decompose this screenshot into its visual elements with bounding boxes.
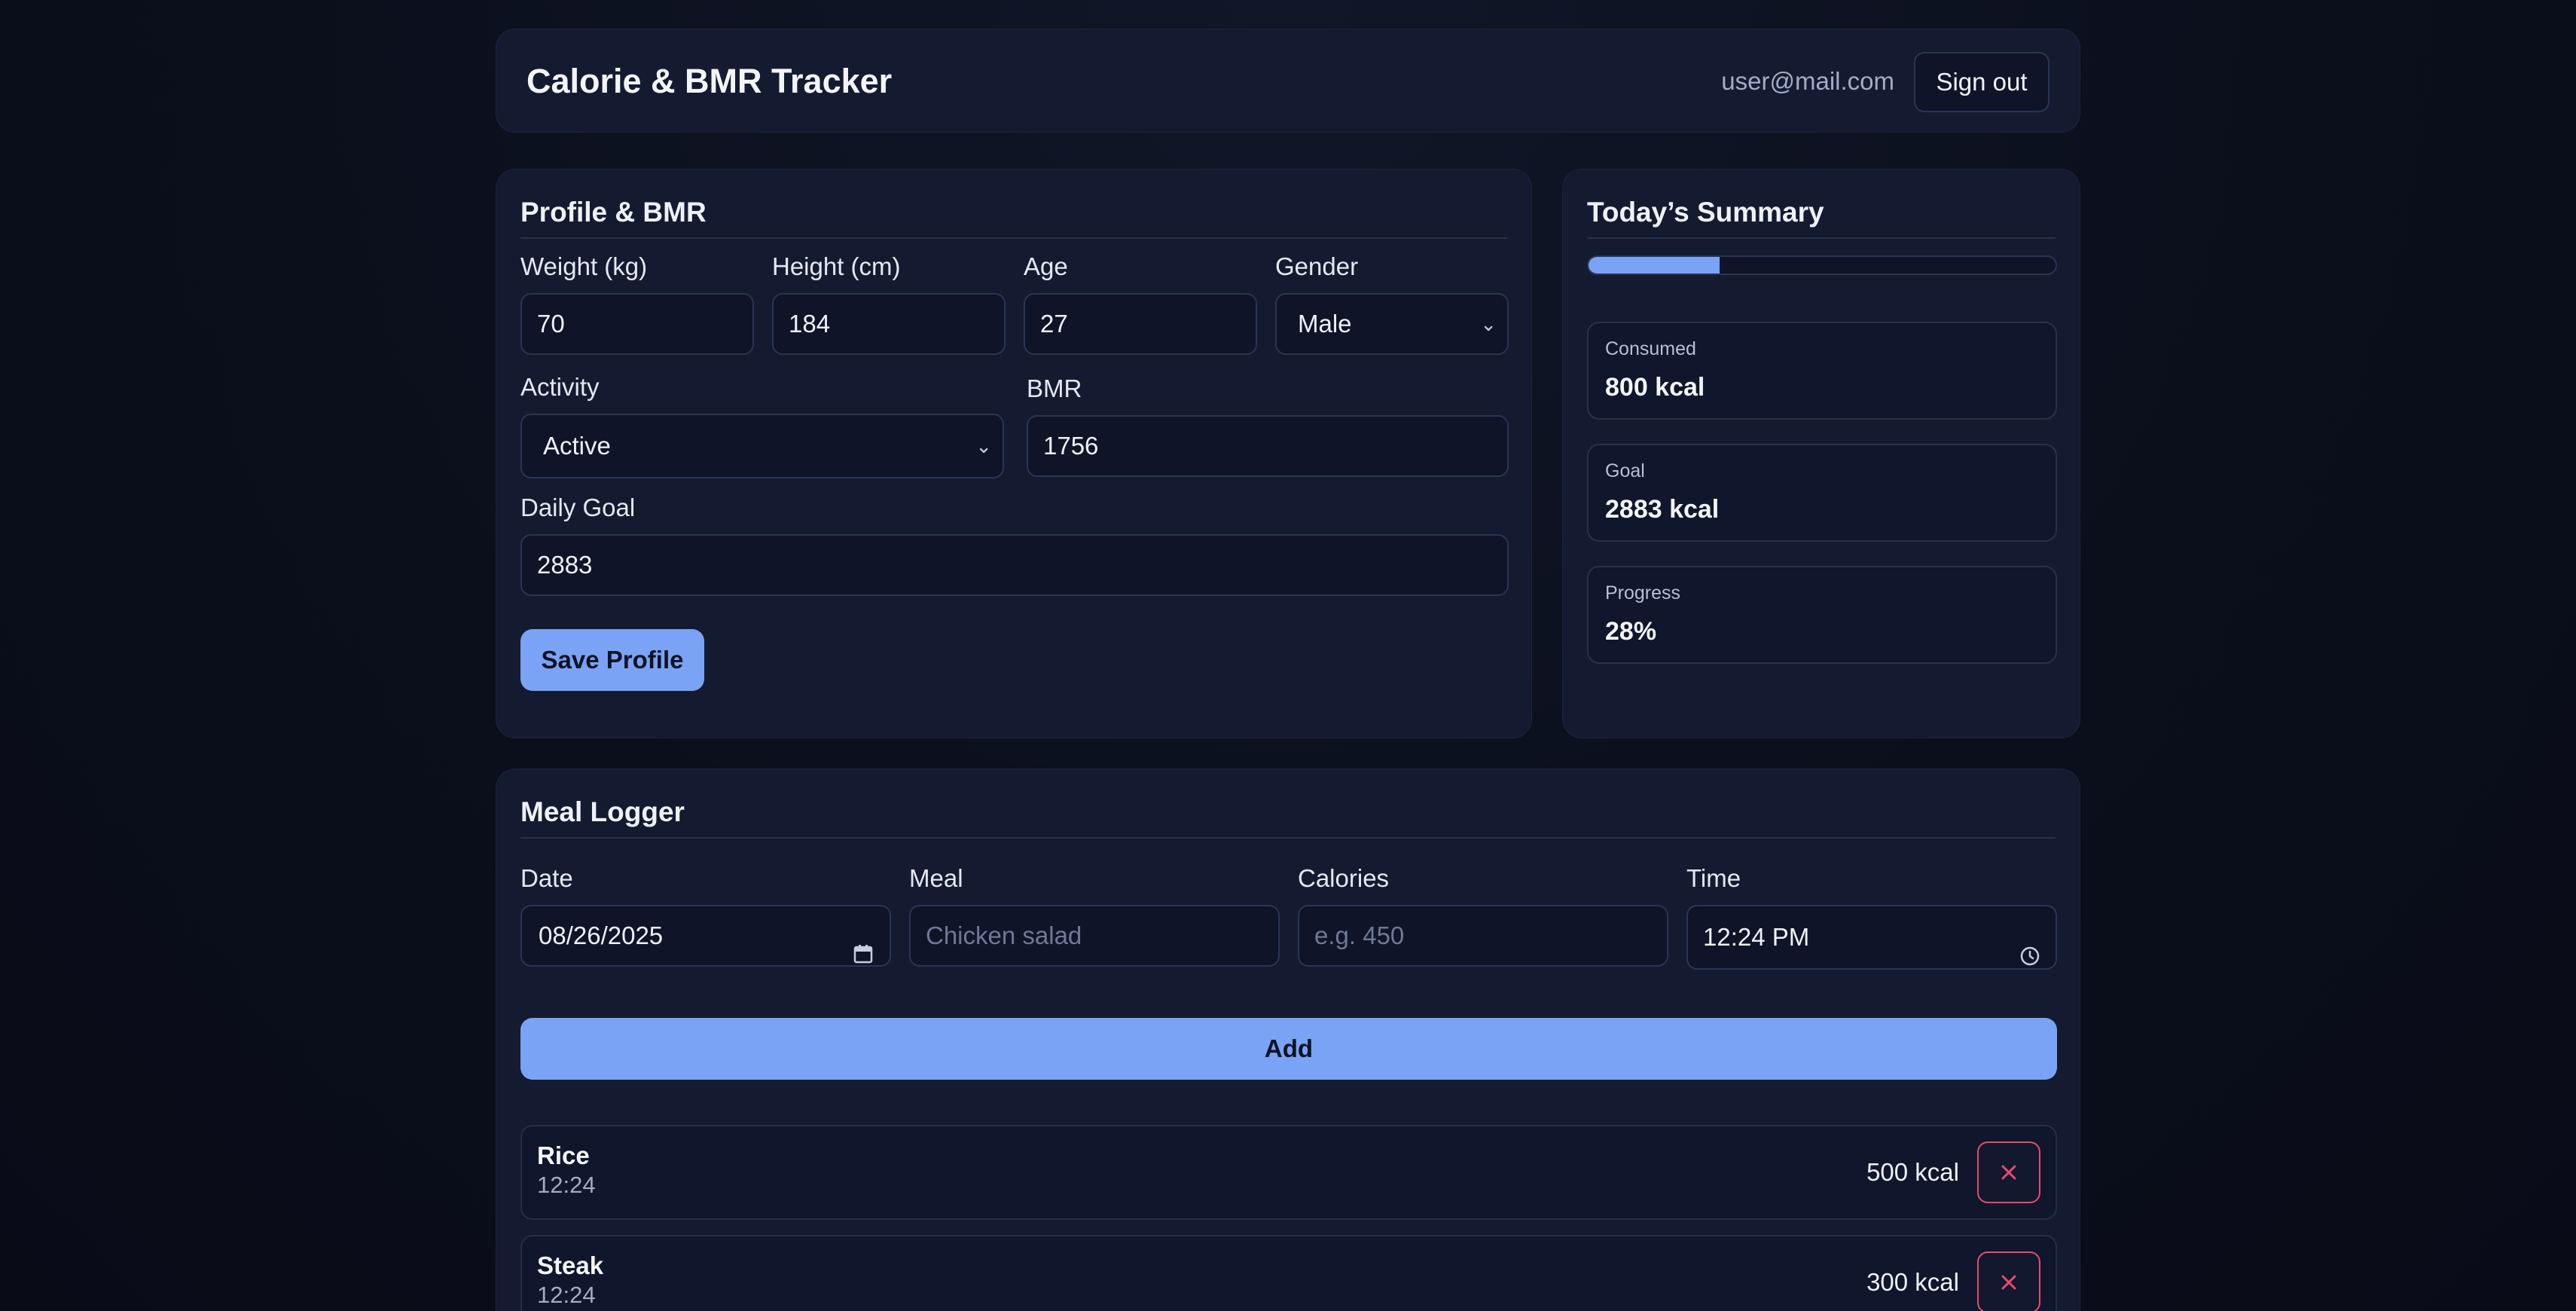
activity-label: Activity xyxy=(520,373,600,401)
meal-logger-title: Meal Logger xyxy=(520,796,685,827)
meal-item-time: 12:24 xyxy=(537,1172,596,1198)
meal-item-name: Rice xyxy=(537,1141,590,1169)
age-input[interactable]: 27 xyxy=(1024,293,1257,355)
bmr-label: BMR xyxy=(1027,374,1082,402)
meal-item-calories: 500 kcal xyxy=(1866,1158,1959,1186)
profile-card: Profile & BMR Weight (kg) 70 Height (cm)… xyxy=(496,169,1532,738)
bmr-input[interactable]: 1756 xyxy=(1027,415,1509,477)
meal-logger-card: Meal Logger Date 08/26/2025 Meal Chicken… xyxy=(496,769,2080,1311)
date-input[interactable]: 08/26/2025 xyxy=(520,905,891,967)
date-input-value: 08/26/2025 xyxy=(539,921,664,949)
sign-out-button[interactable]: Sign out xyxy=(1914,52,2050,112)
meal-logger-divider xyxy=(520,837,2056,839)
add-meal-button[interactable]: Add xyxy=(520,1018,2057,1080)
close-icon xyxy=(2001,1165,2016,1180)
progress-bar-fill xyxy=(1589,257,1720,274)
progress-stat: Progress 28% xyxy=(1587,566,2057,664)
activity-select-value: Active xyxy=(543,432,611,460)
chevron-down-icon: ⌄ xyxy=(1480,313,1497,335)
weight-label: Weight (kg) xyxy=(520,252,648,280)
weight-input[interactable]: 70 xyxy=(520,293,754,355)
chevron-down-icon: ⌄ xyxy=(975,435,992,457)
summary-divider xyxy=(1587,237,2056,239)
activity-select[interactable]: Active ⌄ xyxy=(520,414,1004,478)
height-label: Height (cm) xyxy=(772,252,901,280)
height-input[interactable]: 184 xyxy=(772,293,1006,355)
progress-value: 28% xyxy=(1605,617,1657,646)
calories-input[interactable]: e.g. 450 xyxy=(1298,905,1668,967)
meal-list-item: Steak 12:24 300 kcal xyxy=(520,1235,2057,1311)
meal-name-input[interactable]: Chicken salad xyxy=(909,905,1280,967)
page: Calorie & BMR Tracker user@mail.com Sign… xyxy=(0,0,2576,1311)
delete-meal-button[interactable] xyxy=(1977,1251,2040,1311)
progress-bar xyxy=(1587,255,2057,275)
meal-item-name: Steak xyxy=(537,1251,604,1279)
consumed-stat: Consumed 800 kcal xyxy=(1587,322,2057,420)
goal-value: 2883 kcal xyxy=(1605,495,1720,524)
app-header: Calorie & BMR Tracker user@mail.com Sign… xyxy=(496,29,2080,133)
goal-stat: Goal 2883 kcal xyxy=(1587,444,2057,542)
profile-divider xyxy=(520,237,1507,239)
summary-title: Today’s Summary xyxy=(1587,197,1824,228)
app-title: Calorie & BMR Tracker xyxy=(526,62,893,100)
user-email: user@mail.com xyxy=(1721,67,1894,95)
progress-label: Progress xyxy=(1605,582,1681,604)
delete-meal-button[interactable] xyxy=(1977,1141,2040,1203)
time-input[interactable]: 12:24 PM xyxy=(1686,905,2057,970)
calendar-icon[interactable] xyxy=(853,926,873,964)
time-label: Time xyxy=(1686,864,1741,892)
consumed-value: 800 kcal xyxy=(1605,373,1705,402)
goal-label: Goal xyxy=(1605,460,1645,481)
meal-list-item: Rice 12:24 500 kcal xyxy=(520,1125,2057,1220)
clock-icon[interactable] xyxy=(2019,927,2040,966)
gender-select[interactable]: Male ⌄ xyxy=(1275,293,1509,355)
meal-label: Meal xyxy=(909,864,963,892)
summary-card: Today’s Summary Consumed 800 kcal Goal 2… xyxy=(1562,169,2080,738)
profile-title: Profile & BMR xyxy=(520,197,707,228)
date-label: Date xyxy=(520,864,573,892)
calories-label: Calories xyxy=(1298,864,1390,892)
daily-goal-input[interactable]: 2883 xyxy=(520,534,1509,596)
meal-item-time: 12:24 xyxy=(537,1282,596,1308)
close-icon xyxy=(2001,1275,2016,1290)
time-input-value: 12:24 PM xyxy=(1703,923,1810,951)
meal-item-calories: 300 kcal xyxy=(1866,1268,1959,1296)
consumed-label: Consumed xyxy=(1605,338,1696,359)
daily-goal-label: Daily Goal xyxy=(520,494,636,521)
age-label: Age xyxy=(1024,252,1068,280)
save-profile-button[interactable]: Save Profile xyxy=(520,629,704,691)
gender-label: Gender xyxy=(1275,252,1359,280)
gender-select-value: Male xyxy=(1298,310,1352,338)
